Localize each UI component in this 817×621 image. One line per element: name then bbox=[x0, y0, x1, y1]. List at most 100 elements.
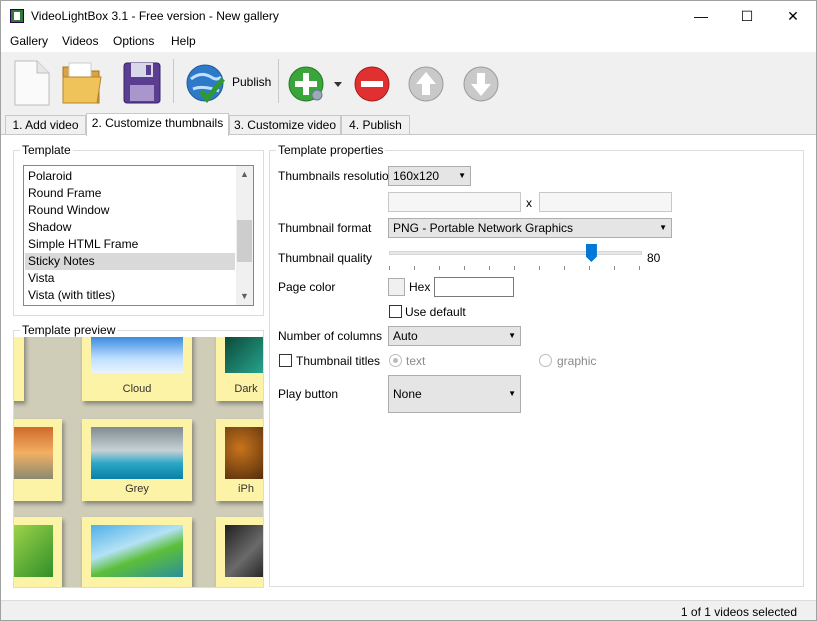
template-listbox[interactable]: Polaroid Round Frame Round Window Shadow… bbox=[23, 165, 254, 306]
move-up-button[interactable] bbox=[404, 57, 450, 107]
list-item[interactable]: Round Frame bbox=[25, 185, 235, 202]
template-preview-title: Template preview bbox=[20, 323, 118, 337]
thumb-titles-label[interactable]: Thumbnail titles bbox=[296, 354, 380, 368]
toolbar-separator bbox=[278, 59, 279, 103]
preview-note: Grey bbox=[82, 419, 192, 501]
thumb-height-field[interactable] bbox=[539, 192, 672, 212]
slider-tick bbox=[589, 266, 590, 270]
preview-thumbnail bbox=[91, 337, 183, 373]
publish-button[interactable] bbox=[181, 57, 227, 107]
toolbar-separator bbox=[173, 59, 174, 103]
add-video-dropdown[interactable] bbox=[331, 57, 345, 107]
list-item[interactable]: Vista bbox=[25, 270, 235, 287]
dropdown-arrow-icon bbox=[334, 82, 342, 87]
thumb-resolution-value: 160x120 bbox=[393, 169, 440, 183]
toolbar: Publish bbox=[1, 53, 816, 110]
columns-label: Number of columns bbox=[278, 329, 383, 343]
menu-videos[interactable]: Videos bbox=[62, 34, 98, 48]
page-color-swatch[interactable] bbox=[388, 278, 405, 296]
use-default-checkbox[interactable] bbox=[389, 305, 402, 318]
menu-help[interactable]: Help bbox=[171, 34, 196, 48]
preview-note: iPh bbox=[216, 419, 263, 501]
plus-circle-icon bbox=[288, 66, 324, 102]
publish-label[interactable]: Publish bbox=[232, 75, 271, 89]
close-button[interactable]: ✕ bbox=[770, 1, 816, 32]
template-group-title: Template bbox=[20, 143, 73, 157]
list-item[interactable]: Round Window bbox=[25, 202, 235, 219]
thumb-resolution-select[interactable]: 160x120 ▼ bbox=[388, 166, 471, 186]
thumb-width-field[interactable] bbox=[388, 192, 521, 212]
play-button-select[interactable]: None ▼ bbox=[388, 375, 521, 413]
tab-strip: 1. Add video 2. Customize thumbnails 3. … bbox=[1, 113, 816, 136]
chevron-down-icon: ▼ bbox=[659, 223, 667, 232]
scroll-up-icon[interactable]: ▲ bbox=[236, 166, 253, 183]
radio-graphic[interactable] bbox=[539, 354, 552, 367]
remove-video-button[interactable] bbox=[350, 57, 396, 107]
slider-tick bbox=[439, 266, 440, 270]
open-gallery-button[interactable] bbox=[59, 57, 105, 107]
template-preview-image: l Cloud Dark Grey iPh bbox=[14, 337, 263, 587]
columns-value: Auto bbox=[393, 329, 418, 343]
template-properties-group: Template properties bbox=[269, 143, 804, 587]
add-video-button[interactable] bbox=[285, 57, 331, 107]
maximize-button[interactable]: ☐ bbox=[724, 1, 770, 32]
tab-customize-thumbnails[interactable]: 2. Customize thumbnails bbox=[86, 113, 229, 136]
thumb-format-select[interactable]: PNG - Portable Network Graphics ▼ bbox=[388, 218, 672, 238]
thumb-titles-checkbox[interactable] bbox=[279, 354, 292, 367]
list-item-selected[interactable]: Sticky Notes bbox=[25, 253, 235, 270]
columns-select[interactable]: Auto ▼ bbox=[388, 326, 521, 346]
menu-bar: Gallery Videos Options Help bbox=[1, 32, 816, 52]
use-default-label[interactable]: Use default bbox=[405, 305, 466, 319]
preview-thumbnail bbox=[225, 525, 263, 577]
preview-note: Dark bbox=[216, 337, 263, 401]
slider-tick bbox=[489, 266, 490, 270]
preview-note bbox=[14, 419, 62, 501]
save-gallery-button[interactable] bbox=[119, 57, 165, 107]
preview-caption: iPh bbox=[238, 483, 254, 495]
minimize-button[interactable]: — bbox=[678, 1, 724, 32]
globe-publish-icon bbox=[186, 64, 225, 104]
new-document-icon bbox=[14, 60, 50, 106]
arrow-down-icon bbox=[463, 66, 499, 102]
template-scrollbar[interactable]: ▲ ▼ bbox=[236, 166, 253, 305]
thumb-format-value: PNG - Portable Network Graphics bbox=[393, 221, 574, 235]
new-gallery-button[interactable] bbox=[9, 57, 55, 107]
preview-note bbox=[82, 517, 192, 587]
tab-customize-video[interactable]: 3. Customize video bbox=[229, 115, 341, 135]
list-item[interactable]: Shadow bbox=[25, 219, 235, 236]
menu-options[interactable]: Options bbox=[113, 34, 154, 48]
chevron-down-icon: ▼ bbox=[458, 171, 466, 180]
radio-graphic-label[interactable]: graphic bbox=[557, 354, 596, 368]
preview-caption: Grey bbox=[125, 483, 149, 495]
hex-input[interactable] bbox=[434, 277, 514, 297]
list-item[interactable]: Polaroid bbox=[25, 168, 235, 185]
chevron-down-icon: ▼ bbox=[508, 331, 516, 340]
window-title: VideoLightBox 3.1 - Free version - New g… bbox=[31, 9, 279, 23]
thumb-quality-label: Thumbnail quality bbox=[278, 251, 373, 265]
slider-tick bbox=[464, 266, 465, 270]
thumb-quality-slider[interactable] bbox=[389, 251, 642, 255]
preview-note bbox=[216, 517, 263, 587]
list-item[interactable]: Vista (with titles) bbox=[25, 287, 235, 304]
arrow-up-icon bbox=[408, 66, 444, 102]
preview-caption: Cloud bbox=[122, 383, 152, 395]
tab-add-video[interactable]: 1. Add video bbox=[5, 115, 86, 135]
thumb-format-label: Thumbnail format bbox=[278, 221, 372, 235]
tab-publish[interactable]: 4. Publish bbox=[341, 115, 410, 135]
folder-icon bbox=[62, 62, 102, 104]
menu-gallery[interactable]: Gallery bbox=[10, 34, 48, 48]
radio-text[interactable] bbox=[389, 354, 402, 367]
slider-tick bbox=[389, 266, 390, 270]
slider-tick bbox=[414, 266, 415, 270]
list-item[interactable]: Simple HTML Frame bbox=[25, 236, 235, 253]
move-down-button[interactable] bbox=[459, 57, 505, 107]
radio-text-label[interactable]: text bbox=[406, 354, 425, 368]
floppy-disk-icon bbox=[123, 62, 161, 104]
template-properties-title: Template properties bbox=[276, 143, 386, 157]
status-bar: 1 of 1 videos selected bbox=[1, 600, 816, 620]
scroll-down-icon[interactable]: ▼ bbox=[236, 288, 253, 305]
preview-note: l bbox=[14, 337, 24, 401]
title-bar: VideoLightBox 3.1 - Free version - New g… bbox=[1, 1, 816, 32]
scroll-thumb[interactable] bbox=[237, 220, 252, 262]
slider-tick bbox=[539, 266, 540, 270]
